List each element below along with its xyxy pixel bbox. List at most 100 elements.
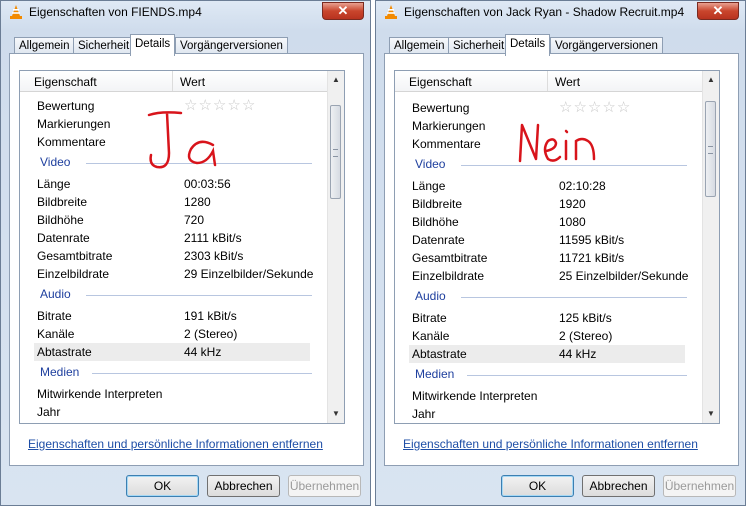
cancel-button[interactable]: Abbrechen [207, 475, 280, 497]
list-item[interactable]: Markierungen [395, 117, 703, 135]
list-item[interactable]: Bildhöhe 1080 [395, 213, 703, 231]
star-icon[interactable]: ☆ [617, 100, 630, 115]
property-value: 2 (Stereo) [184, 327, 238, 341]
apply-button[interactable]: Übernehmen [663, 475, 736, 497]
section-header-video: Video [40, 155, 330, 171]
title-bar[interactable]: Eigenschaften von FIENDS.mp4 ✕ [1, 1, 370, 25]
cancel-button[interactable]: Abbrechen [582, 475, 655, 497]
section-header-audio: Audio [415, 289, 705, 305]
tab-details[interactable]: Details [130, 34, 176, 56]
list-item[interactable]: Bitrate 191 kBit/s [20, 307, 328, 325]
column-divider[interactable] [172, 71, 173, 91]
section-header-audio: Audio [40, 287, 330, 303]
list-item[interactable]: Länge 00:03:56 [20, 175, 328, 193]
list-item[interactable]: Bildhöhe 720 [20, 211, 328, 229]
property-label: Markierungen [412, 119, 486, 133]
star-icon[interactable]: ☆ [573, 100, 586, 115]
property-label: Kanäle [37, 327, 75, 341]
scrollbar-thumb[interactable] [330, 105, 341, 199]
remove-properties-link[interactable]: Eigenschaften und persönliche Informatio… [28, 437, 323, 451]
property-value: 2 (Stereo) [559, 329, 613, 343]
list-item[interactable]: Bildbreite 1280 [20, 193, 328, 211]
details-list[interactable]: Eigenschaft Wert Bewertung ☆☆☆☆☆ Markier… [394, 70, 720, 424]
section-header-media: Medien [415, 367, 705, 383]
list-item[interactable]: Jahr [395, 405, 703, 423]
column-header-property[interactable]: Eigenschaft [34, 75, 97, 89]
property-label: Bildbreite [412, 197, 463, 211]
remove-properties-link[interactable]: Eigenschaften und persönliche Informatio… [403, 437, 698, 451]
list-item-selected[interactable]: Abtastrate 44 kHz [409, 345, 685, 363]
property-value: 2303 kBit/s [184, 249, 244, 263]
column-header-property[interactable]: Eigenschaft [409, 75, 472, 89]
list-header: Eigenschaft Wert [395, 71, 703, 92]
property-value: 25 Einzelbilder/Sekunde [559, 269, 689, 283]
list-item[interactable]: Kanäle 2 (Stereo) [395, 327, 703, 345]
list-item[interactable]: Kommentare [395, 135, 703, 153]
list-item[interactable]: Gesamtbitrate 11721 kBit/s [395, 249, 703, 267]
scroll-down-arrow-icon[interactable]: ▼ [706, 409, 716, 419]
star-icon[interactable]: ☆ [184, 98, 197, 113]
scroll-down-arrow-icon[interactable]: ▼ [331, 409, 341, 419]
column-divider[interactable] [547, 71, 548, 91]
property-label: Bewertung [412, 101, 470, 115]
list-item[interactable]: Kommentare [20, 133, 328, 151]
list-item[interactable]: Mitwirkende Interpreten [20, 385, 328, 403]
vertical-scrollbar[interactable]: ▲ ▼ [702, 71, 719, 423]
vertical-scrollbar[interactable]: ▲ ▼ [327, 71, 344, 423]
list-item[interactable]: Einzelbildrate 25 Einzelbilder/Sekunde [395, 267, 703, 285]
list-item[interactable]: Kanäle 2 (Stereo) [20, 325, 328, 343]
property-value: 44 kHz [184, 345, 222, 359]
property-label: Bitrate [412, 311, 447, 325]
list-item[interactable]: Länge 02:10:28 [395, 177, 703, 195]
star-icon[interactable]: ☆ [602, 100, 615, 115]
star-icon[interactable]: ☆ [227, 98, 240, 113]
close-button[interactable]: ✕ [697, 2, 739, 20]
scrollbar-thumb[interactable] [705, 101, 716, 197]
list-item[interactable]: Einzelbildrate 29 Einzelbilder/Sekunde [20, 265, 328, 283]
properties-dialog-fiends: Eigenschaften von FIENDS.mp4 ✕ Allgemein… [0, 0, 371, 506]
property-label: Gesamtbitrate [412, 251, 488, 265]
property-value: 02:10:28 [559, 179, 606, 193]
star-icon[interactable]: ☆ [588, 100, 601, 115]
property-label: Kommentare [412, 137, 481, 151]
star-icon[interactable]: ☆ [213, 98, 226, 113]
star-icon[interactable]: ☆ [198, 98, 211, 113]
scroll-up-arrow-icon[interactable]: ▲ [331, 75, 341, 85]
list-item-selected[interactable]: Abtastrate 44 kHz [34, 343, 310, 361]
details-list[interactable]: Eigenschaft Wert Bewertung ☆☆☆☆☆ Markier… [19, 70, 345, 424]
close-button[interactable]: ✕ [322, 2, 364, 20]
list-item[interactable]: Bildbreite 1920 [395, 195, 703, 213]
list-item[interactable]: Gesamtbitrate 2303 kBit/s [20, 247, 328, 265]
property-label: Bildhöhe [37, 213, 84, 227]
title-bar[interactable]: Eigenschaften von Jack Ryan - Shadow Rec… [376, 1, 745, 25]
property-value: 1080 [559, 215, 586, 229]
list-item[interactable]: Jahr [20, 403, 328, 421]
property-value: 125 kBit/s [559, 311, 612, 325]
list-item[interactable]: Bewertung ☆☆☆☆☆ [20, 97, 328, 115]
property-value: 1280 [184, 195, 211, 209]
property-value: 1920 [559, 197, 586, 211]
property-label: Jahr [412, 407, 436, 421]
tab-details[interactable]: Details [505, 34, 551, 56]
star-icon[interactable]: ☆ [242, 98, 255, 113]
list-item[interactable]: Bewertung ☆☆☆☆☆ [395, 99, 703, 117]
property-label: Jahr [37, 405, 61, 419]
column-header-value[interactable]: Wert [555, 75, 580, 89]
property-label: Mitwirkende Interpreten [37, 387, 163, 401]
list-item[interactable]: Datenrate 11595 kBit/s [395, 231, 703, 249]
apply-button[interactable]: Übernehmen [288, 475, 361, 497]
rating-stars[interactable]: ☆☆☆☆☆ [559, 100, 631, 115]
list-item[interactable]: Bitrate 125 kBit/s [395, 309, 703, 327]
column-header-value[interactable]: Wert [180, 75, 205, 89]
rating-stars[interactable]: ☆☆☆☆☆ [184, 98, 256, 113]
list-item[interactable]: Mitwirkende Interpreten [395, 387, 703, 405]
ok-button[interactable]: OK [501, 475, 574, 497]
button-bar: OK Abbrechen Übernehmen [376, 467, 745, 507]
list-item[interactable]: Datenrate 2111 kBit/s [20, 229, 328, 247]
scroll-up-arrow-icon[interactable]: ▲ [706, 75, 716, 85]
star-icon[interactable]: ☆ [559, 100, 572, 115]
list-item[interactable]: Markierungen [20, 115, 328, 133]
section-header-media: Medien [40, 365, 330, 381]
property-value: 29 Einzelbilder/Sekunde [184, 267, 314, 281]
ok-button[interactable]: OK [126, 475, 199, 497]
